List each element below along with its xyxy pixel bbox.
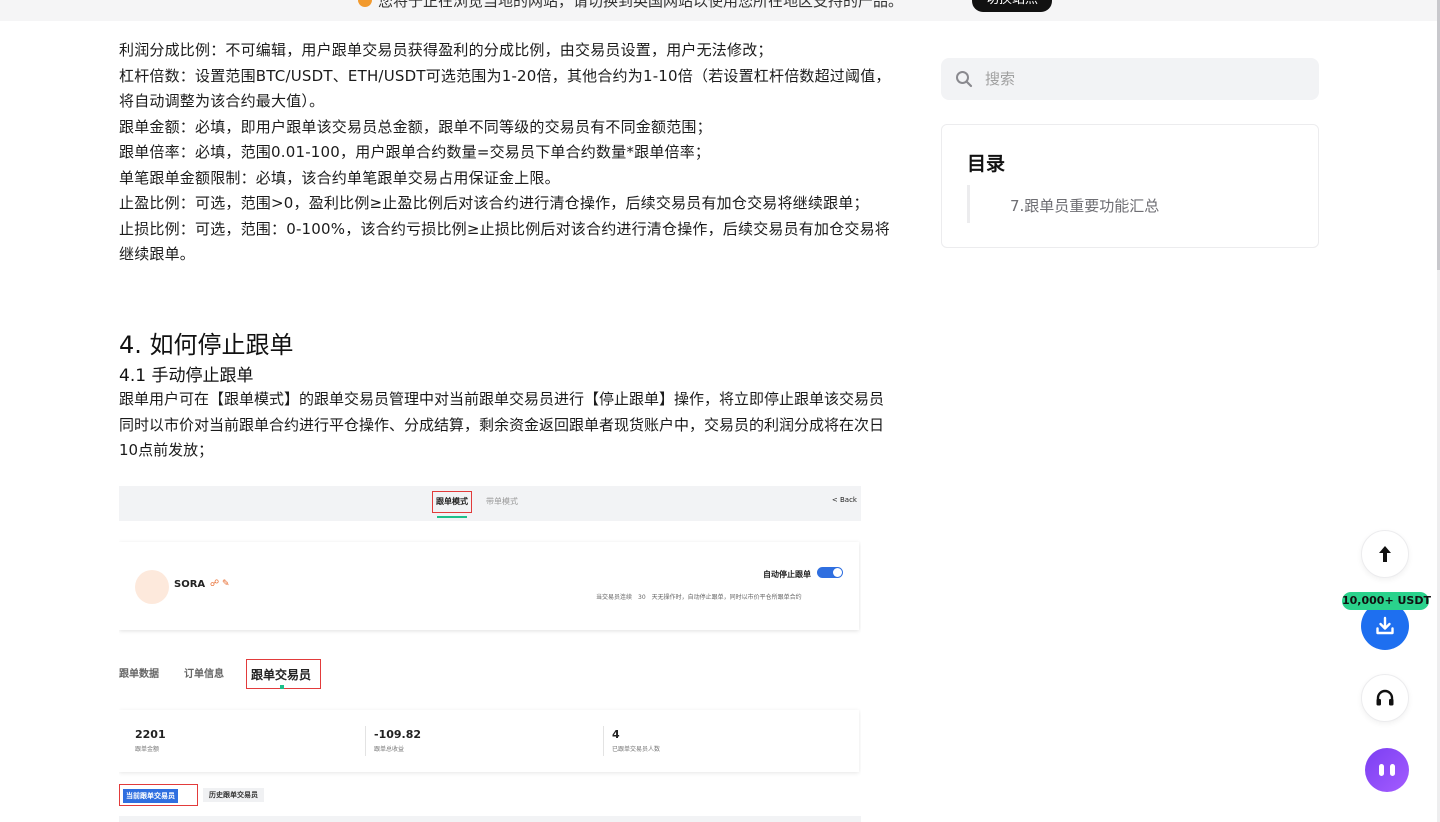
stat-traders-label: 已跟单交易员人数 xyxy=(612,746,661,753)
screenshot-subtab-current-label: 当前跟单交易员 xyxy=(123,789,178,803)
bot-eyes-icon xyxy=(1379,764,1395,776)
download-icon xyxy=(1376,616,1394,635)
stat-pnl-label: 跟单总收益 xyxy=(374,746,405,753)
subsection-heading: 4.1 手动停止跟单 xyxy=(119,366,254,386)
arrow-up-icon xyxy=(1379,546,1391,562)
article-screenshot: 跟单模式 带单模式 < Back SORA ☍ ✎ 自动停止跟单 当交易员连续 … xyxy=(119,486,861,822)
screenshot-trader-card: SORA ☍ ✎ 自动停止跟单 当交易员连续 30 天无操作时，自动停止跟单，同… xyxy=(119,542,859,630)
stat-amount-value: 2201 xyxy=(135,728,166,741)
table-of-contents: 目录 7.跟单员重要功能汇总 xyxy=(941,124,1319,248)
search-box[interactable] xyxy=(941,58,1319,100)
back-to-top-button[interactable] xyxy=(1361,530,1409,578)
section-paragraph: 跟单用户可在【跟单模式】的跟单交易员管理中对当前跟单交易员进行【停止跟单】操作，… xyxy=(119,390,885,459)
screenshot-subtab-current: 当前跟单交易员 xyxy=(119,784,198,806)
screenshot-trader-badge-icon: ☍ ✎ xyxy=(210,579,230,589)
screenshot-tab-data: 跟单数据 xyxy=(119,669,159,680)
screenshot-tab-lead-mode: 带单模式 xyxy=(486,497,518,506)
screenshot-tab-orders: 订单信息 xyxy=(184,669,224,680)
stat-traders-value: 4 xyxy=(612,728,620,741)
stat-divider xyxy=(603,726,604,756)
screenshot-tab-follow-mode: 跟单模式 xyxy=(432,491,472,513)
paragraph-leverage: 杠杆倍数：设置范围BTC/USDT、ETH/USDT可选范围为1-20倍，其他合… xyxy=(119,66,891,111)
region-notice-bar: 您将于正在浏览当地的网站，请切换到英国网站以使用您所在地区支持的产品。 切换站点 xyxy=(0,0,1437,21)
screenshot-stats: 2201 跟单金额 -109.82 跟单总收益 4 已跟单交易员人数 xyxy=(119,710,859,772)
stat-divider xyxy=(365,726,366,756)
screenshot-tab-underline xyxy=(437,516,467,518)
screenshot-tab-indicator xyxy=(280,685,284,689)
paragraph-take-profit: 止盈比例：可选，范围>0，盈利比例≥止盈比例后对该合约进行清仓操作，后续交易员有… xyxy=(119,194,869,212)
ai-assistant-button[interactable] xyxy=(1365,748,1409,792)
warning-icon xyxy=(358,0,372,7)
toc-rail xyxy=(967,185,970,223)
screenshot-subtab-history: 历史跟单交易员 xyxy=(203,788,264,802)
paragraph-stop-loss: 止损比例：可选，范围：0-100%，该合约亏损比例≥止损比例后对该合约进行清仓操… xyxy=(119,219,891,264)
paragraph-single-limit: 单笔跟单金额限制：必填，该合约单笔跟单交易占用保证金上限。 xyxy=(119,168,560,187)
screenshot-stat-traders: 4 已跟单交易员人数 xyxy=(612,728,660,753)
paragraph-profit-share: 利润分成比例：不可编辑，用户跟单交易员获得盈利的分成比例，由交易员设置，用户无法… xyxy=(119,41,773,59)
toc-title: 目录 xyxy=(967,153,1006,175)
screenshot-stat-pnl: -109.82 跟单总收益 xyxy=(374,728,421,753)
headset-icon xyxy=(1376,689,1394,706)
screenshot-auto-stop-desc: 当交易员连续 30 天无操作时，自动停止跟单，同时以市价平仓所跟单合约 xyxy=(596,594,802,601)
screenshot-back-link: < Back xyxy=(831,496,857,504)
reward-badge[interactable]: 10,000+ USDT xyxy=(1342,592,1431,610)
switch-site-button[interactable]: 切换站点 xyxy=(972,0,1052,12)
screenshot-tab-traders-label: 跟单交易员 xyxy=(251,668,312,682)
screenshot-stat-amount: 2201 跟单金额 xyxy=(135,728,166,753)
section-heading: 4. 如何停止跟单 xyxy=(119,331,294,359)
toc-item[interactable]: 7.跟单员重要功能汇总 xyxy=(1010,195,1159,216)
screenshot-avatar xyxy=(135,570,169,604)
stat-amount-label: 跟单金额 xyxy=(135,746,160,753)
stat-pnl-value: -109.82 xyxy=(374,728,422,741)
search-input[interactable] xyxy=(985,66,1305,92)
screenshot-auto-stop-toggle xyxy=(817,567,843,578)
screenshot-auto-stop-label: 自动停止跟单 xyxy=(763,570,811,579)
customer-support-button[interactable] xyxy=(1361,674,1409,722)
screenshot-trader-name: SORA xyxy=(174,579,206,590)
paragraph-copy-amount: 跟单金额：必填，即用户跟单该交易员总金额，跟单不同等级的交易员有不同金额范围； xyxy=(119,117,712,136)
paragraph-copy-ratio: 跟单倍率：必填，范围0.01-100，用户跟单合约数量=交易员下单合约数量*跟单… xyxy=(119,143,711,161)
region-notice-text: 您将于正在浏览当地的网站，请切换到英国网站以使用您所在地区支持的产品。 xyxy=(378,0,904,10)
screenshot-tabs: 跟单数据 订单信息 跟单交易员 xyxy=(119,656,861,692)
screenshot-tab-traders: 跟单交易员 xyxy=(246,659,321,689)
screenshot-footer xyxy=(119,816,861,822)
search-icon xyxy=(956,71,973,88)
article-body: 利润分成比例：不可编辑，用户跟单交易员获得盈利的分成比例，由交易员设置，用户无法… xyxy=(119,38,891,268)
